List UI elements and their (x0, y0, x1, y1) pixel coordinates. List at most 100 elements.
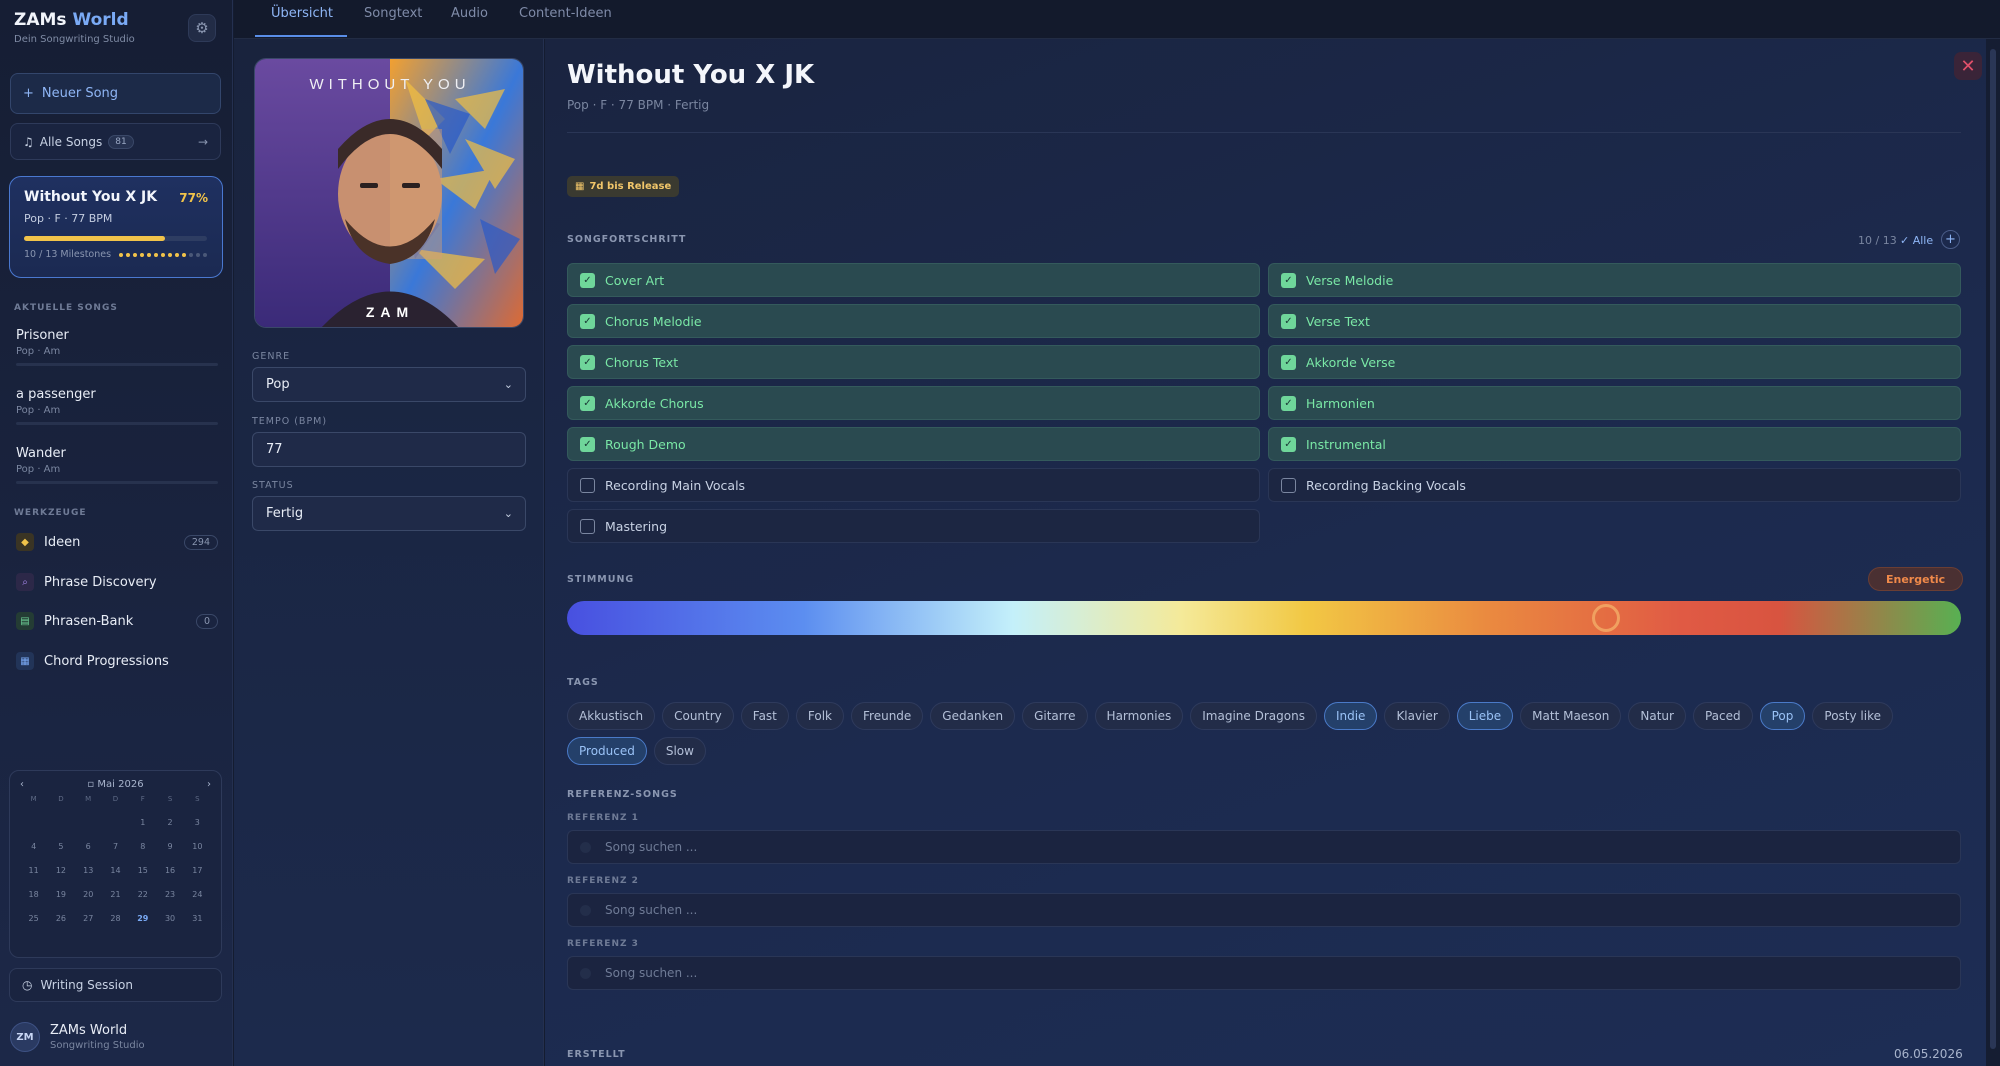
checkbox-checked-icon[interactable]: ✓ (1281, 436, 1296, 452)
checkbox-checked-icon[interactable]: ✓ (1281, 354, 1296, 370)
calendar-day[interactable]: 24 (184, 890, 211, 899)
tool-chord-progressions[interactable]: ▦ Chord Progressions (16, 652, 218, 670)
calendar-day[interactable]: 6 (75, 842, 102, 851)
tag-chip[interactable]: Paced (1692, 702, 1753, 730)
milestone-item[interactable]: ✓ Chorus Melodie (567, 304, 1260, 338)
tag-chip[interactable]: Harmonies (1094, 702, 1184, 730)
calendar-day[interactable]: 21 (102, 890, 129, 899)
calendar-day[interactable]: 3 (184, 818, 211, 827)
calendar-day[interactable]: 22 (129, 890, 156, 899)
calendar-day[interactable]: 1 (129, 818, 156, 827)
milestone-item[interactable]: ✓ Verse Melodie (1268, 263, 1961, 297)
milestone-item[interactable]: ✓ Akkorde Verse (1268, 345, 1961, 379)
milestone-item[interactable]: ✓ Akkorde Chorus (567, 386, 1260, 420)
checkbox-checked-icon[interactable]: ✓ (580, 395, 595, 411)
calendar-day[interactable]: 26 (47, 914, 74, 923)
tag-chip[interactable]: Freunde (851, 702, 924, 730)
checkbox-checked-icon[interactable]: ✓ (1281, 272, 1296, 288)
calendar-day[interactable]: 28 (102, 914, 129, 923)
calendar-day[interactable]: 25 (20, 914, 47, 923)
milestone-item[interactable]: ✓ Instrumental (1268, 427, 1961, 461)
calendar-day[interactable]: 2 (156, 818, 183, 827)
tag-chip[interactable]: Gitarre (1022, 702, 1088, 730)
tag-chip[interactable]: Posty like (1812, 702, 1894, 730)
tag-chip[interactable]: Gedanken (930, 702, 1016, 730)
cover-art[interactable]: WITHOUT YOU ZAM (254, 58, 524, 328)
calendar-day[interactable]: 14 (102, 866, 129, 875)
checkbox-checked-icon[interactable]: ✓ (580, 272, 595, 288)
mood-slider-handle[interactable] (1591, 604, 1620, 632)
milestone-item[interactable]: ✓ Harmonien (1268, 386, 1961, 420)
calendar-day[interactable]: 10 (184, 842, 211, 851)
milestone-item[interactable]: Mastering (567, 509, 1260, 543)
mood-slider[interactable] (567, 601, 1961, 635)
milestone-item[interactable]: ✓ Verse Text (1268, 304, 1961, 338)
calendar-day[interactable]: 30 (156, 914, 183, 923)
tag-chip[interactable]: Produced (567, 737, 647, 765)
milestone-item[interactable]: Recording Main Vocals (567, 468, 1260, 502)
tab-content-ideen[interactable]: Content-Ideen (519, 6, 612, 21)
close-button[interactable]: ✕ (1954, 52, 1982, 80)
scrollbar-thumb[interactable] (1990, 49, 1996, 1049)
milestone-item[interactable]: ✓ Cover Art (567, 263, 1260, 297)
milestone-item[interactable]: Recording Backing Vocals (1268, 468, 1961, 502)
checkbox-checked-icon[interactable]: ✓ (580, 354, 595, 370)
tag-chip[interactable]: Country (662, 702, 734, 730)
writing-session-button[interactable]: ◷ Writing Session (9, 968, 222, 1002)
all-songs-button[interactable]: ♫ Alle Songs 81 → (10, 123, 221, 160)
reference-1-input[interactable]: Song suchen ... (567, 830, 1961, 864)
calendar-day[interactable]: 13 (75, 866, 102, 875)
tag-chip[interactable]: Slow (653, 737, 706, 765)
calendar-day[interactable]: 20 (75, 890, 102, 899)
checkbox-checked-icon[interactable]: ✓ (1281, 313, 1296, 329)
tag-chip[interactable]: Klavier (1384, 702, 1450, 730)
song-item-wander[interactable]: Wander Pop · Am (16, 446, 218, 484)
add-milestone-button[interactable]: + (1941, 230, 1960, 249)
checkbox-icon[interactable] (580, 477, 595, 493)
song-item-a-passenger[interactable]: a passenger Pop · Am (16, 387, 218, 425)
checkbox-icon[interactable] (580, 518, 595, 534)
calendar-day[interactable]: 8 (129, 842, 156, 851)
tag-chip[interactable]: Pop (1759, 702, 1806, 730)
checkbox-icon[interactable] (1281, 477, 1296, 493)
tag-chip[interactable]: Natur (1628, 702, 1686, 730)
status-select[interactable]: Fertig ⌄ (252, 496, 526, 531)
tool-phrase-discovery[interactable]: ⌕ Phrase Discovery (16, 573, 218, 591)
active-song-card[interactable]: Without You X JK 77% Pop · F · 77 BPM 10… (9, 176, 223, 278)
tag-chip[interactable]: Akkustisch (567, 702, 656, 730)
reference-3-input[interactable]: Song suchen ... (567, 956, 1961, 990)
tag-chip[interactable]: Fast (740, 702, 789, 730)
calendar-day[interactable]: 5 (47, 842, 74, 851)
checkbox-checked-icon[interactable]: ✓ (580, 313, 595, 329)
calendar-day[interactable]: 16 (156, 866, 183, 875)
tag-chip[interactable]: Folk (795, 702, 844, 730)
calendar-day[interactable]: 7 (102, 842, 129, 851)
tag-chip[interactable]: Indie (1323, 702, 1378, 730)
calendar-day[interactable]: 18 (20, 890, 47, 899)
genre-select[interactable]: Pop ⌄ (252, 367, 526, 402)
checkbox-checked-icon[interactable]: ✓ (580, 436, 595, 452)
tempo-input[interactable]: 77 (252, 432, 526, 467)
calendar-day[interactable]: 9 (156, 842, 183, 851)
settings-button[interactable]: ⚙ (188, 14, 216, 42)
tool-phrasen-bank[interactable]: ▤ Phrasen-Bank 0 (16, 612, 218, 630)
tag-chip[interactable]: Imagine Dragons (1190, 702, 1317, 730)
new-song-button[interactable]: + Neuer Song (10, 73, 221, 114)
checkbox-checked-icon[interactable]: ✓ (1281, 395, 1296, 411)
calendar-day[interactable]: 27 (75, 914, 102, 923)
calendar-day[interactable]: 23 (156, 890, 183, 899)
tag-chip[interactable]: Matt Maeson (1520, 702, 1622, 730)
milestone-item[interactable]: ✓ Chorus Text (567, 345, 1260, 379)
tab-uebersicht[interactable]: Übersicht (271, 6, 333, 21)
calendar-day[interactable]: 17 (184, 866, 211, 875)
song-item-prisoner[interactable]: Prisoner Pop · Am (16, 328, 218, 366)
chevron-right-icon[interactable]: › (207, 779, 211, 790)
tag-chip[interactable]: Liebe (1456, 702, 1514, 730)
reference-2-input[interactable]: Song suchen ... (567, 893, 1961, 927)
tab-songtext[interactable]: Songtext (364, 6, 422, 21)
milestone-item[interactable]: ✓ Rough Demo (567, 427, 1260, 461)
calendar-day[interactable]: 11 (20, 866, 47, 875)
calendar-day[interactable]: 12 (47, 866, 74, 875)
calendar-day[interactable]: 19 (47, 890, 74, 899)
calendar-day[interactable]: 15 (129, 866, 156, 875)
